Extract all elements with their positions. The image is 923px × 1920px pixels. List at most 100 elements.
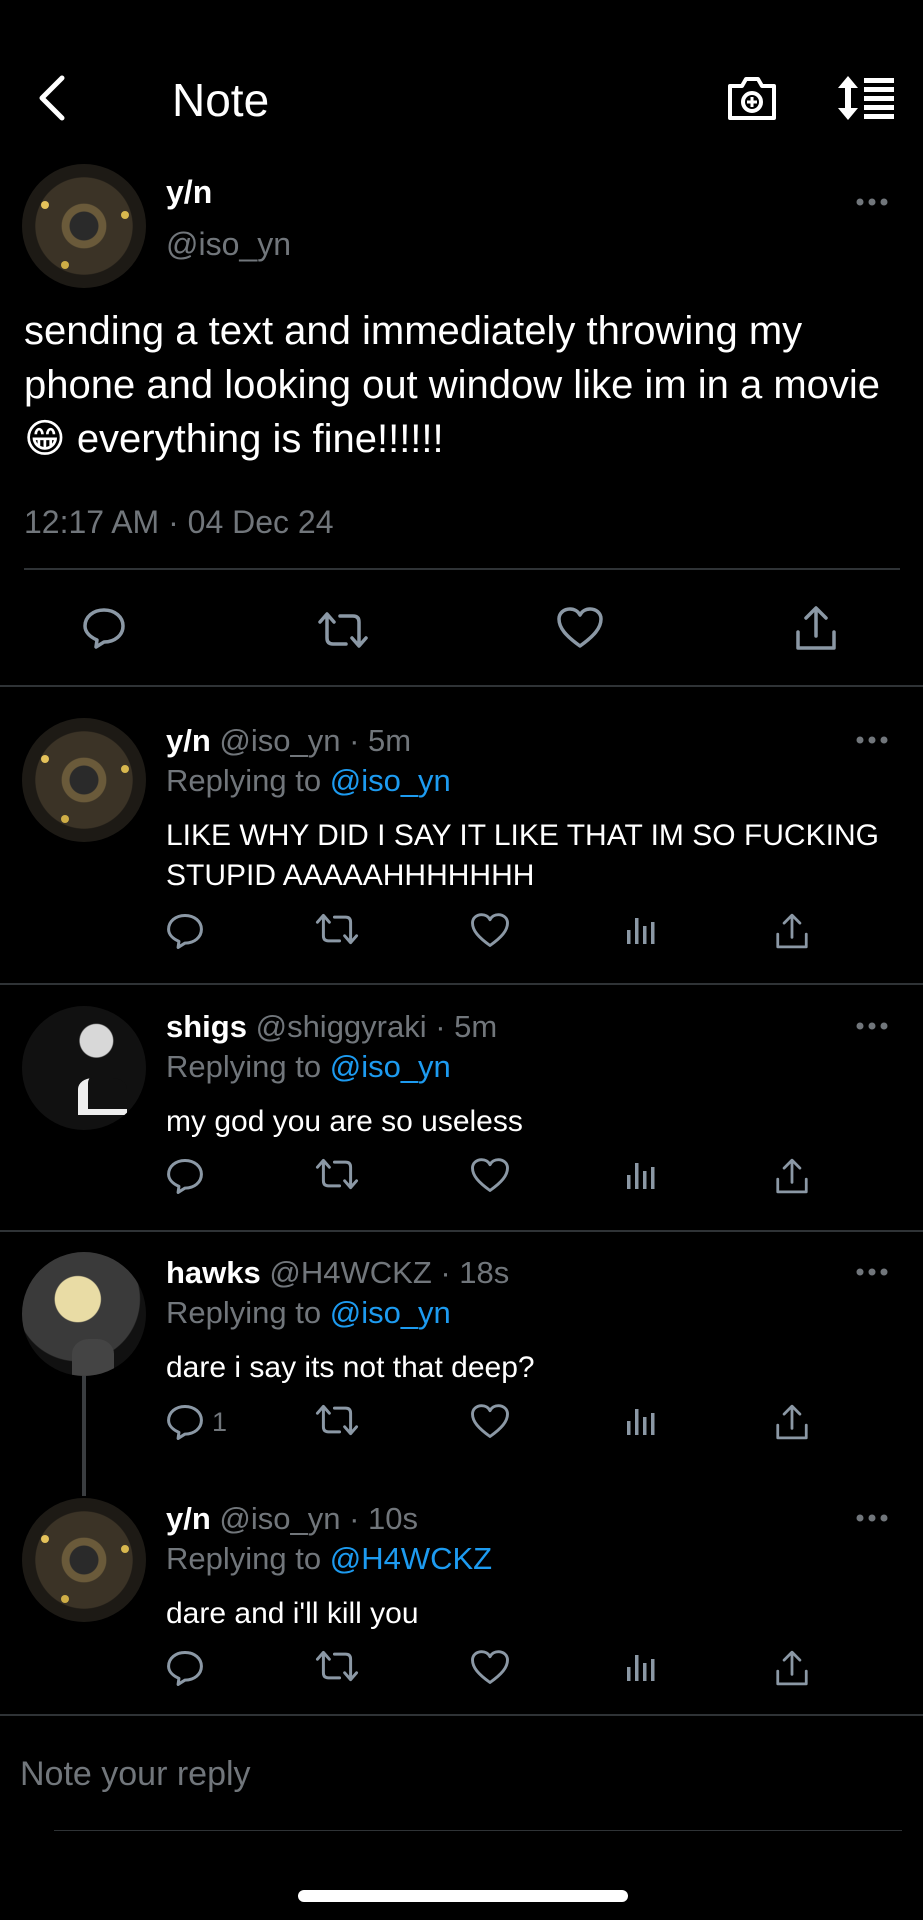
stats-bars-icon <box>627 1409 655 1435</box>
retweet-icon <box>315 1650 359 1682</box>
like-button[interactable] <box>470 1157 510 1194</box>
heart-icon <box>471 1650 509 1684</box>
sort-button[interactable] <box>836 74 898 122</box>
author-name[interactable]: y/n <box>166 172 212 212</box>
home-indicator[interactable] <box>298 1890 628 1902</box>
stats-bars-icon <box>627 1163 655 1189</box>
more-dots-icon <box>856 1268 888 1276</box>
like-button[interactable] <box>470 1649 510 1686</box>
retweet-button[interactable] <box>314 1649 360 1683</box>
replying-prefix: Replying to <box>166 1049 322 1084</box>
replying-to: Replying to @H4WCKZ <box>166 1540 492 1578</box>
chevron-left-icon <box>39 75 65 121</box>
share-button[interactable] <box>774 1157 810 1195</box>
views-button[interactable] <box>624 1157 658 1191</box>
views-button[interactable] <box>624 1649 658 1683</box>
camera-add-icon <box>728 77 776 120</box>
more-dots-icon <box>856 736 888 744</box>
reply-meta: @shiggyraki · 5m <box>255 1009 498 1044</box>
reply-button[interactable] <box>166 1649 204 1687</box>
stats-bars-icon <box>627 1655 655 1681</box>
divider <box>24 568 900 570</box>
retweet-icon <box>318 612 368 648</box>
reply-icon <box>167 1158 203 1194</box>
views-button[interactable] <box>624 1403 658 1437</box>
mention-link[interactable]: @H4WCKZ <box>330 1541 492 1576</box>
avatar[interactable] <box>22 718 146 842</box>
more-options-button[interactable] <box>854 194 890 210</box>
reply-icon <box>167 1404 203 1440</box>
stats-bars-icon <box>627 918 655 944</box>
avatar[interactable] <box>22 1498 146 1622</box>
share-button[interactable] <box>774 912 810 950</box>
reply-meta: @iso_yn · 5m <box>219 723 412 758</box>
divider <box>0 1714 923 1716</box>
mention-link[interactable]: @iso_yn <box>330 763 451 798</box>
author-name[interactable]: y/n <box>166 1501 211 1536</box>
share-icon <box>776 1650 808 1686</box>
more-options-button[interactable] <box>854 732 890 748</box>
reply-button[interactable] <box>166 1403 204 1441</box>
reply-header: shigs @shiggyraki · 5m <box>166 1008 497 1046</box>
share-button[interactable] <box>774 1649 810 1687</box>
more-dots-icon <box>856 1022 888 1030</box>
divider <box>0 685 923 687</box>
back-button[interactable] <box>30 70 74 126</box>
retweet-icon <box>315 913 359 945</box>
avatar[interactable] <box>22 1006 146 1130</box>
reply-header: hawks @H4WCKZ · 18s <box>166 1254 509 1292</box>
author-name[interactable]: hawks <box>166 1255 261 1290</box>
thread-line <box>82 1374 86 1496</box>
share-icon <box>776 1404 808 1440</box>
input-underline <box>54 1830 902 1831</box>
divider <box>0 983 923 985</box>
reply-meta: @H4WCKZ · 18s <box>269 1255 510 1290</box>
reply-button[interactable] <box>82 606 126 650</box>
views-button[interactable] <box>624 912 658 946</box>
reply-input[interactable]: Note your reply <box>20 1752 251 1796</box>
author-name[interactable]: y/n <box>166 723 211 758</box>
reply-button[interactable] <box>166 1157 204 1195</box>
more-dots-icon <box>856 1514 888 1522</box>
author-name[interactable]: shigs <box>166 1009 247 1044</box>
retweet-button[interactable] <box>316 610 370 650</box>
reply-button[interactable] <box>166 912 204 950</box>
avatar[interactable] <box>22 1252 146 1376</box>
like-button[interactable] <box>470 1403 510 1440</box>
sort-list-icon <box>838 76 894 120</box>
reply-header: y/n @iso_yn · 10s <box>166 1500 418 1538</box>
reply-count: 1 <box>212 1407 228 1437</box>
replying-to: Replying to @iso_yn <box>166 1048 451 1086</box>
like-button[interactable] <box>470 912 510 949</box>
tweet-timestamp: 12:17 AM · 04 Dec 24 <box>24 504 334 540</box>
replying-to: Replying to @iso_yn <box>166 762 451 800</box>
more-options-button[interactable] <box>854 1510 890 1526</box>
author-handle[interactable]: @iso_yn <box>166 224 291 264</box>
more-options-button[interactable] <box>854 1018 890 1034</box>
share-button[interactable] <box>774 1403 810 1441</box>
share-icon <box>796 606 836 650</box>
replying-prefix: Replying to <box>166 1541 322 1576</box>
reply-icon <box>83 608 125 649</box>
share-button[interactable] <box>794 604 838 652</box>
more-dots-icon <box>856 198 888 206</box>
tweet-text: sending a text and immediately throwing … <box>24 309 881 461</box>
camera-button[interactable] <box>726 72 778 122</box>
retweet-icon <box>315 1158 359 1190</box>
avatar[interactable] <box>22 164 146 288</box>
more-options-button[interactable] <box>854 1264 890 1280</box>
heart-icon <box>471 1158 509 1192</box>
reply-icon <box>167 913 203 949</box>
heart-icon <box>471 1404 509 1438</box>
reply-icon <box>167 1650 203 1686</box>
mention-link[interactable]: @iso_yn <box>330 1295 451 1330</box>
reply-text: dare and i'll kill you <box>166 1597 419 1630</box>
retweet-button[interactable] <box>314 912 360 946</box>
mention-link[interactable]: @iso_yn <box>330 1049 451 1084</box>
divider <box>0 1230 923 1232</box>
replying-prefix: Replying to <box>166 763 322 798</box>
share-icon <box>776 1158 808 1194</box>
like-button[interactable] <box>556 606 604 650</box>
retweet-button[interactable] <box>314 1157 360 1191</box>
retweet-button[interactable] <box>314 1403 360 1437</box>
